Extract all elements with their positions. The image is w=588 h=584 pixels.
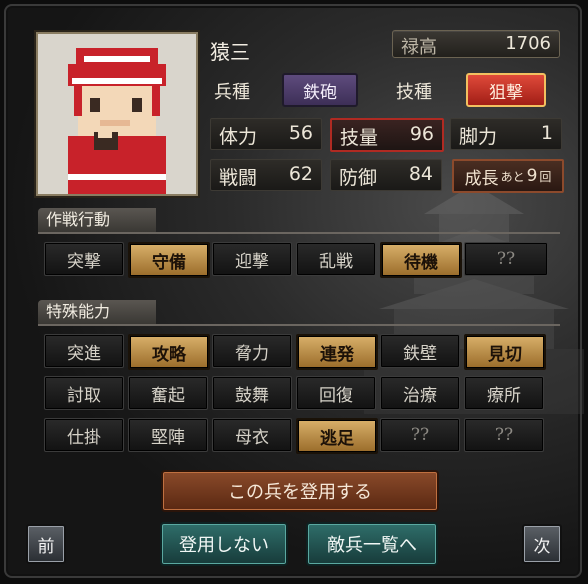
- ability-button[interactable]: 連発: [296, 334, 378, 370]
- tactic-button[interactable]: 乱戦: [296, 242, 376, 276]
- stat-attack-label: 戦闘: [219, 167, 258, 189]
- tactic-button[interactable]: ??: [464, 242, 548, 276]
- next-button[interactable]: 次: [522, 524, 562, 564]
- stipend-label: 禄高: [401, 37, 437, 58]
- ability-button[interactable]: 討取: [44, 376, 124, 410]
- unit-portrait: [36, 32, 198, 196]
- tactic-button[interactable]: 守備: [128, 242, 210, 278]
- stat-hp-value: 56: [288, 122, 313, 144]
- stat-skill-label: 技量: [340, 127, 379, 149]
- stipend-box: 禄高 1706: [392, 30, 560, 58]
- troop-type-label: 兵種: [214, 82, 250, 103]
- stat-speed-value: 1: [540, 122, 553, 144]
- ability-button[interactable]: 堅陣: [128, 418, 208, 452]
- stat-skill: 技量 96: [330, 118, 444, 152]
- unit-name: 猿三: [210, 40, 250, 64]
- ability-button[interactable]: ??: [464, 418, 544, 452]
- stat-defense-label: 防御: [339, 167, 378, 189]
- ability-button[interactable]: 鼓舞: [212, 376, 292, 410]
- stat-defense-value: 84: [408, 163, 433, 185]
- ability-button[interactable]: 突進: [44, 334, 124, 368]
- skill-type-label: 技種: [396, 82, 432, 103]
- prev-button[interactable]: 前: [26, 524, 66, 564]
- growth-counter: 成長 あと 9 回: [452, 159, 564, 193]
- ninja-portrait-icon: [38, 34, 196, 194]
- abilities-header: 特殊能力: [38, 300, 156, 324]
- stat-defense: 防御 84: [330, 159, 442, 191]
- recruit-button[interactable]: この兵を登用する: [161, 470, 439, 512]
- tactic-button[interactable]: 突撃: [44, 242, 124, 276]
- ability-button[interactable]: 攻略: [128, 334, 210, 370]
- stat-attack: 戦闘 62: [210, 159, 322, 191]
- ability-button[interactable]: 母衣: [212, 418, 292, 452]
- tactics-divider: [38, 232, 560, 234]
- growth-label: 成長: [464, 168, 499, 189]
- growth-mid: あと: [500, 169, 525, 184]
- growth-unit: 回: [539, 169, 552, 184]
- abilities-divider: [38, 324, 560, 326]
- tactic-button[interactable]: 迎撃: [212, 242, 292, 276]
- ability-button[interactable]: 逃足: [296, 418, 378, 454]
- ability-button[interactable]: ??: [380, 418, 460, 452]
- ability-button[interactable]: 脅力: [212, 334, 292, 368]
- stat-skill-value: 96: [409, 123, 434, 145]
- ability-button[interactable]: 回復: [296, 376, 376, 410]
- growth-value: 9: [526, 166, 538, 186]
- ability-button[interactable]: 奮起: [128, 376, 208, 410]
- ability-button[interactable]: 療所: [464, 376, 544, 410]
- troop-type-badge: 鉄砲: [282, 73, 358, 107]
- unit-panel: 猿三 禄高 1706 兵種 鉄砲 技種 狙撃 体力 56 技量 96 脚力 1 …: [4, 4, 584, 578]
- tactic-button[interactable]: 待機: [380, 242, 462, 278]
- ability-button[interactable]: 仕掛: [44, 418, 124, 452]
- stipend-value: 1706: [505, 33, 551, 54]
- skill-type-badge: 狙撃: [466, 73, 546, 107]
- ability-button[interactable]: 鉄壁: [380, 334, 460, 368]
- enemy-list-button[interactable]: 敵兵一覧へ: [306, 522, 438, 566]
- decline-button[interactable]: 登用しない: [160, 522, 288, 566]
- stat-speed-label: 脚力: [459, 126, 498, 148]
- stat-hp-label: 体力: [219, 126, 258, 148]
- ability-button[interactable]: 治療: [380, 376, 460, 410]
- stat-attack-value: 62: [288, 163, 313, 185]
- stat-speed: 脚力 1: [450, 118, 562, 150]
- ability-button[interactable]: 見切: [464, 334, 546, 370]
- tactics-header: 作戦行動: [38, 208, 156, 232]
- stat-hp: 体力 56: [210, 118, 322, 150]
